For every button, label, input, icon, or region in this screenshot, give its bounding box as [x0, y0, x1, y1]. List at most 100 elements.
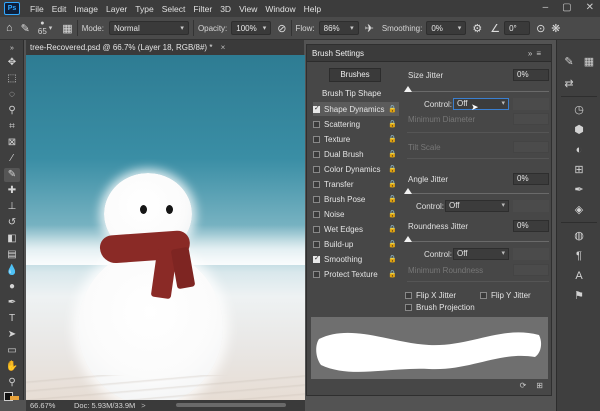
lock-icon[interactable]: 🔒 — [388, 195, 397, 203]
lock-icon[interactable]: 🔒 — [388, 270, 397, 278]
checkbox[interactable] — [405, 292, 412, 299]
checkbox[interactable] — [313, 150, 320, 158]
pen-tool-icon[interactable]: ✒ — [4, 296, 20, 310]
checkbox[interactable] — [405, 304, 412, 311]
maximize-icon[interactable]: ▢ — [562, 2, 571, 13]
background-color-swatch[interactable] — [10, 396, 19, 400]
properties-icon[interactable]: ▦ — [581, 54, 597, 70]
quick-select-tool-icon[interactable]: ⚲ — [4, 104, 20, 118]
lock-icon[interactable]: 🔒 — [388, 120, 397, 128]
dodge-tool-icon[interactable]: ● — [4, 280, 20, 294]
angle-field[interactable]: 0° — [504, 21, 531, 35]
slider-thumb[interactable] — [404, 188, 412, 194]
lock-icon[interactable]: 🔒 — [388, 240, 397, 248]
brush-projection[interactable]: Brush Projection — [405, 303, 475, 312]
checkbox[interactable] — [480, 292, 487, 299]
lock-icon[interactable]: 🔒 — [388, 180, 397, 188]
status-menu-arrow[interactable]: > — [141, 401, 145, 410]
size-jitter-slider[interactable] — [407, 91, 549, 92]
frame-tool-icon[interactable]: ⊠ — [4, 136, 20, 150]
move-tool-icon[interactable]: ✥ — [4, 56, 20, 70]
control-select-angle[interactable]: Off ▾ — [445, 200, 509, 212]
menu-view[interactable]: View — [239, 4, 257, 14]
home-icon[interactable]: ⌂ — [6, 22, 13, 34]
menu-type[interactable]: Type — [135, 4, 153, 14]
swatches-icon[interactable]: ⊞ — [571, 162, 587, 178]
flip-x-jitter[interactable]: Flip X Jitter — [405, 291, 456, 300]
checkbox[interactable] — [313, 120, 320, 128]
flow-field[interactable]: 86% ▾ — [318, 21, 359, 35]
checkbox[interactable] — [313, 210, 320, 218]
new-brush-icon[interactable]: ⊞ — [536, 381, 543, 395]
gradient-tool-icon[interactable]: ▤ — [4, 248, 20, 262]
chevron-down-icon[interactable]: ▾ — [49, 24, 53, 32]
lock-icon[interactable]: 🔒 — [388, 210, 397, 218]
eyedropper-tool-icon[interactable]: ⁄ — [4, 152, 20, 166]
brush-tool-icon[interactable]: ✎ — [4, 168, 20, 182]
angle-jitter-slider[interactable] — [407, 193, 549, 194]
lasso-tool-icon[interactable]: ◌ — [4, 88, 20, 102]
option-dual-brush[interactable]: Dual Brush 🔒 — [313, 147, 399, 161]
checkbox[interactable] — [313, 270, 320, 278]
checkbox[interactable] — [313, 240, 320, 248]
lock-icon[interactable]: 🔒 — [388, 150, 397, 158]
checkbox[interactable] — [313, 180, 320, 188]
option-transfer[interactable]: Transfer 🔒 — [313, 177, 399, 191]
hand-tool-icon[interactable]: ✋ — [4, 360, 20, 374]
pressure-opacity-icon[interactable]: ⊘ — [277, 22, 286, 35]
checkbox[interactable] — [313, 165, 320, 173]
close-tab-icon[interactable]: × — [221, 43, 226, 52]
option-build-up[interactable]: Build-up 🔒 — [313, 237, 399, 251]
color-icon[interactable]: ◐ — [571, 142, 587, 158]
lock-icon[interactable]: 🔒 — [388, 135, 397, 143]
angle-icon[interactable]: ∠ — [490, 22, 500, 35]
slider-thumb[interactable] — [404, 236, 412, 242]
lock-icon[interactable]: 🔒 — [388, 105, 397, 113]
brush-preset-picker[interactable]: ● 65 — [38, 20, 47, 36]
option-color-dynamics[interactable]: Color Dynamics 🔒 — [313, 162, 399, 176]
option-protect-texture[interactable]: Protect Texture 🔒 — [313, 267, 399, 281]
airbrush-icon[interactable]: ✈ — [365, 22, 374, 35]
shape-tool-icon[interactable]: ▭ — [4, 344, 20, 358]
lock-icon[interactable]: 🔒 — [388, 255, 397, 263]
tool-presets-icon[interactable]: ⚑ — [571, 288, 587, 304]
document-tab[interactable]: tree-Recovered.psd @ 66.7% (Layer 18, RG… — [26, 40, 304, 55]
libraries-icon[interactable]: ⬢ — [571, 122, 587, 138]
mode-select[interactable]: Normal ▾ — [108, 21, 189, 35]
slider-thumb[interactable] — [404, 86, 412, 92]
checkbox[interactable] — [313, 254, 320, 263]
opacity-field[interactable]: 100% ▾ — [231, 21, 272, 35]
menu-help[interactable]: Help — [304, 4, 321, 14]
paths-icon[interactable]: ✒ — [571, 182, 587, 198]
angle-jitter-value[interactable]: 0% — [513, 173, 549, 185]
lock-icon[interactable]: 🔒 — [388, 165, 397, 173]
size-jitter-value[interactable]: 0% — [513, 69, 549, 81]
control-select-roundness[interactable]: Off ▾ — [453, 248, 509, 260]
zoom-tool-icon[interactable]: ⚲ — [4, 376, 20, 390]
history-icon[interactable]: ◷ — [571, 102, 587, 118]
horizontal-scrollbar[interactable] — [176, 403, 286, 407]
menu-file[interactable]: File — [30, 4, 44, 14]
brush-panel-icon[interactable]: ✎ — [561, 54, 577, 70]
zoom-level[interactable]: 66.67% — [30, 401, 60, 410]
paragraph-icon[interactable]: ¶ — [571, 248, 587, 264]
type-tool-icon[interactable]: T — [4, 312, 20, 326]
layers-icon[interactable]: ◈ — [571, 202, 587, 218]
symmetry-icon[interactable]: ❋ — [551, 22, 560, 35]
checkbox[interactable] — [313, 195, 320, 203]
pressure-size-icon[interactable]: ⊙ — [536, 22, 545, 35]
gear-icon[interactable]: ⚙ — [472, 22, 482, 35]
option-noise[interactable]: Noise 🔒 — [313, 207, 399, 221]
smoothing-field[interactable]: 0% ▾ — [426, 21, 467, 35]
marquee-tool-icon[interactable]: ⬚ — [4, 72, 20, 86]
brush-settings-toggle-icon[interactable]: ▦ — [62, 22, 72, 35]
checkbox[interactable] — [313, 225, 320, 233]
eraser-tool-icon[interactable]: ◧ — [4, 232, 20, 246]
path-selection-tool-icon[interactable]: ➤ — [4, 328, 20, 342]
roundness-jitter-value[interactable]: 0% — [513, 220, 549, 232]
option-smoothing[interactable]: Smoothing 🔒 — [313, 252, 399, 266]
option-brush-pose[interactable]: Brush Pose 🔒 — [313, 192, 399, 206]
document-canvas[interactable] — [26, 55, 305, 400]
menu-edit[interactable]: Edit — [52, 4, 67, 14]
option-scattering[interactable]: Scattering 🔒 — [313, 117, 399, 131]
